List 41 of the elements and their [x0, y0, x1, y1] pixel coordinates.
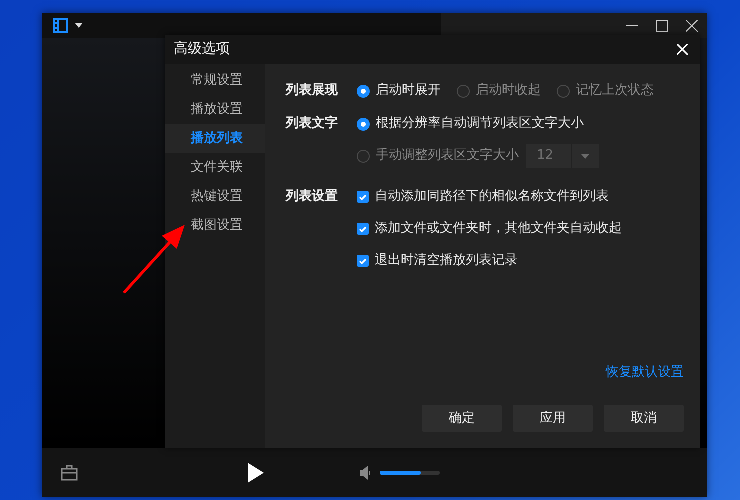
section-label: 列表文字 [286, 114, 339, 133]
section-label: 列表设置 [286, 188, 339, 206]
radio-button[interactable] [357, 118, 370, 130]
sidebar-item[interactable]: 文件关联 [165, 153, 265, 182]
volume-slider[interactable] [380, 470, 440, 474]
maximize-icon[interactable] [656, 20, 668, 32]
sidebar-item[interactable]: 热键设置 [165, 182, 265, 211]
checkbox[interactable] [357, 223, 369, 235]
dropdown-value: 12 [536, 147, 555, 165]
sidebar-item[interactable]: 播放设置 [165, 95, 265, 124]
radio-label: 启动时展开 [376, 82, 441, 100]
play-icon[interactable] [248, 462, 264, 482]
section-label: 列表展现 [286, 82, 339, 100]
radio-button[interactable] [457, 84, 470, 98]
film-icon[interactable] [53, 18, 68, 33]
caret-icon [581, 154, 590, 158]
radio-button[interactable] [557, 84, 570, 98]
sidebar-item[interactable]: 截图设置 [165, 211, 265, 240]
dialog-button[interactable]: 取消 [604, 405, 684, 432]
checkbox-label: 自动添加同路径下的相似名称文件到列表 [375, 188, 609, 206]
arrow [124, 225, 185, 294]
checkbox[interactable] [357, 255, 369, 267]
dialog-button[interactable]: 应用 [513, 405, 593, 432]
speaker-icon[interactable] [360, 466, 372, 480]
sidebar-item[interactable]: 常规设置 [165, 66, 265, 95]
checkbox[interactable] [357, 191, 369, 203]
radio-label: 记忆上次状态 [576, 82, 654, 100]
dialog-button[interactable]: 确定 [422, 405, 502, 432]
toolbox-icon[interactable] [61, 464, 78, 480]
radio-label: 根据分辨率自动调节列表区文字大小 [376, 115, 584, 134]
radio-button[interactable] [357, 150, 370, 162]
radio-label: 启动时收起 [476, 82, 541, 100]
checkbox-label: 退出时清空播放列表记录 [375, 252, 518, 270]
checkbox-label: 添加文件或文件夹时，其他文件夹自动收起 [375, 220, 622, 238]
sidebar-item[interactable]: 播放列表 [165, 124, 265, 153]
close-icon[interactable] [686, 20, 698, 32]
radio-label: 手动调整列表区文字大小 [376, 147, 519, 166]
dialog-title: 高级选项 [174, 40, 230, 59]
radio-button[interactable] [357, 84, 370, 98]
reset-defaults-link[interactable]: 恢复默认设置 [606, 362, 684, 382]
caret-icon[interactable] [75, 23, 83, 28]
